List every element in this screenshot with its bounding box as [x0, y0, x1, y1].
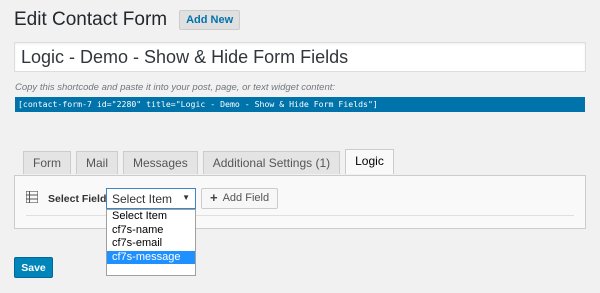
list-icon: [26, 191, 38, 203]
plus-icon: +: [210, 190, 218, 205]
tab-messages[interactable]: Messages: [123, 151, 198, 174]
select-field-options: Select Item cf7s-name cf7s-email cf7s-me…: [106, 209, 196, 276]
page-title: Edit Contact Form: [14, 9, 168, 30]
tab-logic[interactable]: Logic: [345, 149, 394, 174]
tab-additional-settings[interactable]: Additional Settings (1): [202, 151, 341, 174]
tab-bar: Form Mail Messages Additional Settings (…: [23, 149, 399, 174]
select-field-value: Select Item: [112, 192, 173, 206]
dropdown-option-select-item[interactable]: Select Item: [107, 210, 195, 224]
add-field-label: Add Field: [222, 192, 270, 204]
select-field-label: Select Field: [48, 193, 107, 205]
add-new-button[interactable]: Add New: [179, 10, 241, 30]
title-row: Edit Contact Form Add New: [14, 9, 241, 31]
form-title-input[interactable]: [14, 42, 586, 72]
tab-mail[interactable]: Mail: [76, 151, 119, 174]
shortcode-instruction: Copy this shortcode and paste it into yo…: [15, 82, 336, 93]
add-field-button[interactable]: + Add Field: [201, 188, 279, 209]
shortcode-text[interactable]: [contact-form-7 id="2280" title="Logic -…: [15, 97, 585, 112]
dropdown-arrow-icon: ▼: [182, 193, 190, 202]
select-field-dropdown[interactable]: Select Item ▼: [106, 188, 196, 209]
save-button[interactable]: Save: [14, 257, 53, 278]
dropdown-option-cf7s-message[interactable]: cf7s-message: [107, 250, 195, 264]
dropdown-option-cf7s-email[interactable]: cf7s-email: [107, 237, 195, 251]
tab-form[interactable]: Form: [23, 151, 71, 174]
dropdown-option-cf7s-name[interactable]: cf7s-name: [107, 224, 195, 238]
